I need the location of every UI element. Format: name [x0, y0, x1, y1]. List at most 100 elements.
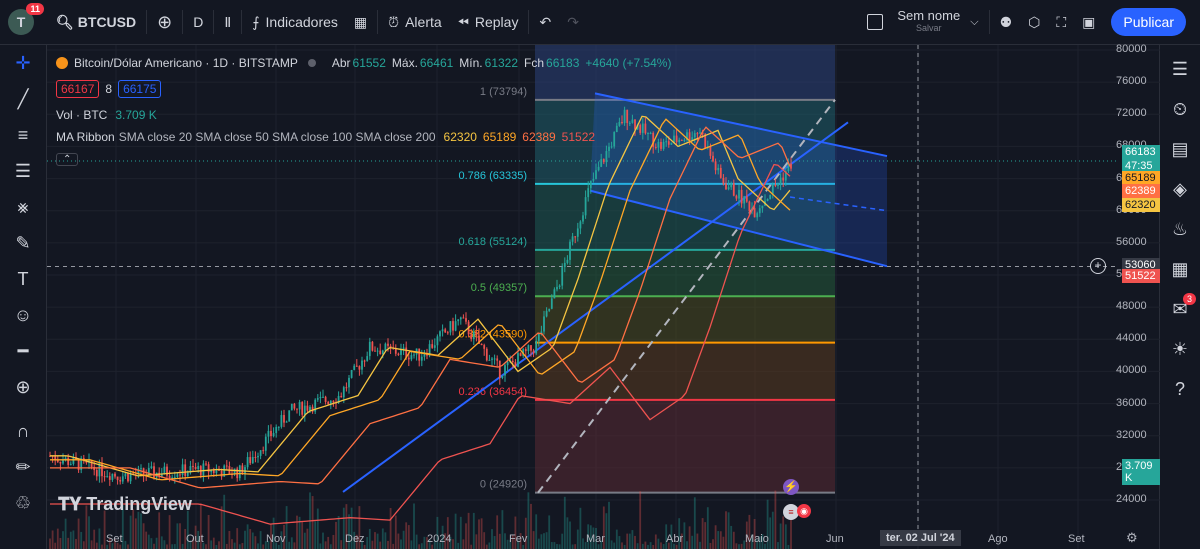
- candle-body: [569, 241, 571, 260]
- add-alert-plus-icon[interactable]: +: [1090, 258, 1106, 274]
- chat-icon[interactable]: ✉ 3: [1160, 289, 1200, 329]
- sell-price[interactable]: 66167: [56, 80, 100, 98]
- volume-bar: [69, 531, 72, 549]
- calendar-icon[interactable]: ▦: [1160, 249, 1200, 289]
- fullscreen-button[interactable]: ⛶: [1048, 0, 1074, 44]
- crosshair-icon[interactable]: ✛: [0, 45, 46, 81]
- trend-line-icon[interactable]: ╱: [0, 81, 46, 117]
- volume-bar: [556, 543, 558, 549]
- pattern-icon[interactable]: ⨳: [0, 189, 46, 225]
- undo-button[interactable]: ↶: [531, 0, 559, 44]
- rewind-icon: ⏪︎: [457, 13, 469, 30]
- replay-label: Replay: [474, 14, 519, 30]
- settings-button[interactable]: ⬡: [1020, 0, 1048, 44]
- layers-icon[interactable]: ◈: [1160, 169, 1200, 209]
- candle-body: [483, 345, 486, 349]
- data-window-icon[interactable]: ▤: [1160, 129, 1200, 169]
- volume-bar: [452, 539, 454, 549]
- indicators-button[interactable]: ⨍ Indicadores: [244, 0, 346, 44]
- help-icon[interactable]: ?: [1160, 369, 1200, 409]
- volume-bar: [244, 530, 246, 549]
- open-value: 61552: [352, 56, 386, 70]
- economic-event-icon[interactable]: ◉: [797, 504, 811, 518]
- volume-bar: [647, 544, 649, 549]
- text-icon[interactable]: T: [0, 261, 46, 297]
- volume-bar: [262, 544, 265, 549]
- candle-body: [519, 353, 522, 356]
- volume-bar: [145, 531, 148, 549]
- templates-button[interactable]: ▦: [346, 0, 375, 44]
- trash-icon[interactable]: ♲: [0, 485, 46, 521]
- chart-type-button[interactable]: Ⅱ: [216, 0, 239, 44]
- volume-bar: [639, 491, 642, 549]
- horizontal-lines-icon[interactable]: ≡: [0, 117, 46, 153]
- volume-bar: [483, 532, 486, 549]
- candle-body: [462, 317, 465, 319]
- zoom-in-icon[interactable]: ⊕: [0, 369, 46, 405]
- axis-settings-gear-icon[interactable]: ⚙: [1126, 530, 1138, 546]
- lock-pencil-icon[interactable]: ✏: [0, 449, 46, 485]
- volume-bar: [319, 543, 322, 549]
- candle-body: [303, 405, 306, 415]
- volume-bar: [462, 539, 465, 549]
- volume-bar: [407, 525, 410, 549]
- candle-body: [498, 360, 501, 378]
- compare-symbol-button[interactable]: ⊕: [149, 0, 180, 44]
- publish-button[interactable]: Publicar: [1111, 8, 1186, 36]
- fib-level-label: 0.236 (36454): [459, 386, 528, 398]
- symbol-search[interactable]: 🔍︎ BTCUSD: [48, 0, 144, 44]
- hotlist-flame-icon[interactable]: ♨: [1160, 209, 1200, 249]
- watchlist-icon[interactable]: ☰: [1160, 49, 1200, 89]
- ideas-bulb-icon[interactable]: ☀: [1160, 329, 1200, 369]
- candle-body: [719, 167, 722, 178]
- volume-bar: [545, 532, 548, 549]
- volume-bar: [166, 544, 168, 549]
- magnet-icon[interactable]: ∩: [0, 413, 46, 449]
- volume-bar: [717, 531, 720, 549]
- volume-bar: [649, 542, 652, 549]
- volume-bar: [163, 540, 166, 549]
- smiley-icon[interactable]: ☺: [0, 297, 46, 333]
- candle-body: [566, 259, 569, 263]
- collapse-legend-button[interactable]: ⌃: [56, 152, 79, 166]
- volume-bar: [246, 524, 249, 549]
- candle-body: [246, 457, 249, 468]
- volume-bar: [371, 540, 374, 549]
- volume-bar: [696, 533, 699, 549]
- volume-bar: [303, 532, 306, 549]
- volume-bar: [548, 515, 551, 549]
- candle-body: [262, 450, 265, 452]
- replay-button[interactable]: ⏪︎ Replay: [450, 0, 527, 44]
- volume-bar: [54, 542, 57, 549]
- volume-bar: [137, 511, 140, 549]
- watermark-text: TradingView: [86, 494, 192, 514]
- interval-button[interactable]: D: [185, 0, 211, 44]
- volume-bar: [608, 501, 610, 549]
- volume-bar: [735, 543, 738, 549]
- alert-button[interactable]: ⏰︎ Alerta: [380, 0, 450, 44]
- user-avatar[interactable]: T 11: [8, 3, 44, 35]
- volume-bar: [501, 510, 504, 549]
- drawing-toolbar: ✛ ╱ ≡ ☰ ⨳ ✎ T ☺ ━ ⊕ ∩ ✏ ♲: [0, 45, 47, 549]
- fib-retracement-icon[interactable]: ☰: [0, 153, 46, 189]
- volume-bar: [150, 538, 153, 549]
- quick-search-button[interactable]: ⚉: [992, 0, 1021, 44]
- time-axis-label: Out: [186, 533, 204, 545]
- volume-bar: [129, 515, 132, 549]
- candle-body: [769, 194, 772, 200]
- time-axis-label: Set: [106, 533, 123, 545]
- redo-button[interactable]: ↷: [559, 0, 587, 44]
- snapshot-button[interactable]: ▣: [1074, 0, 1103, 44]
- volume-bar: [727, 512, 730, 549]
- buy-price[interactable]: 66175: [118, 80, 162, 98]
- ruler-icon[interactable]: ━: [0, 333, 46, 369]
- alerts-clock-icon[interactable]: ⏲: [1160, 89, 1200, 129]
- volume-bar: [623, 544, 626, 549]
- layout-menu[interactable]: Sem nome Salvar ⌵: [859, 0, 986, 44]
- volume-bar: [597, 544, 600, 549]
- lightning-event-icon[interactable]: ⚡: [783, 479, 799, 495]
- candle-body: [584, 197, 587, 216]
- brush-icon[interactable]: ✎: [0, 225, 46, 261]
- candle-body: [179, 474, 181, 476]
- volume-bar: [311, 496, 314, 549]
